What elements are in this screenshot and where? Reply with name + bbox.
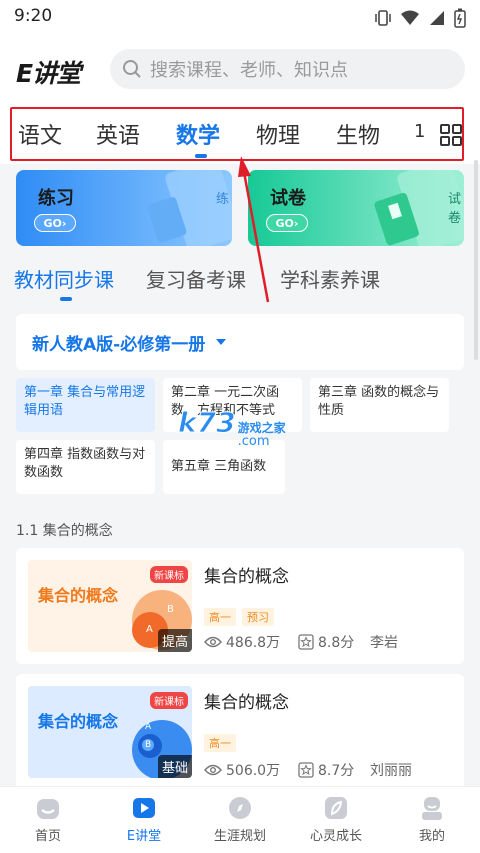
- lesson-thumbnail: 集合的概念 新课标 A B 基础: [28, 686, 192, 778]
- course-tab-literacy[interactable]: 学科素养课: [280, 264, 380, 293]
- nav-me-label: 我的: [418, 829, 445, 844]
- eye-icon: [204, 636, 222, 648]
- play-icon: [133, 798, 155, 818]
- edition-selector[interactable]: 新人教A版-必修第一册: [16, 314, 464, 370]
- leaf-icon: [325, 797, 347, 819]
- views-count: 486.8万: [226, 635, 281, 651]
- star-icon: [298, 634, 314, 650]
- practice-go-button[interactable]: GO›: [34, 214, 76, 232]
- nav-home-label: 首页: [34, 829, 61, 844]
- status-icons: [374, 8, 466, 28]
- lesson-score: 8.7分: [298, 760, 354, 780]
- search-placeholder: 搜索课程、老师、知识点: [150, 60, 348, 81]
- score-value: 8.7分: [318, 763, 355, 779]
- main-content: 教材同步课 复习备考课 学科素养课 新人教A版-必修第一册 第一章 集合与常用逻…: [0, 246, 480, 794]
- battery-icon: [454, 8, 466, 28]
- lesson-card[interactable]: 集合的概念 新课标 B A 提高 集合的概念 高一 预习 486.8万 8.8分…: [16, 548, 464, 664]
- thumbnail-title: 集合的概念: [38, 586, 119, 605]
- status-bar: 9:20: [0, 0, 480, 34]
- paper-card[interactable]: 试卷 GO› 试卷: [248, 170, 464, 246]
- signal-icon: [430, 11, 444, 25]
- lesson-card[interactable]: 集合的概念 新课标 A B 基础 集合的概念 高一 506.0万 8.7分 刘丽…: [16, 674, 464, 794]
- preview-tag: 预习: [242, 608, 274, 626]
- nav-mind-label: 心灵成长: [309, 829, 362, 844]
- lesson-views: 506.0万: [204, 760, 280, 780]
- chapter-item-3[interactable]: 第三章 函数的概念与性质: [310, 378, 449, 432]
- section-title: 1.1 集合的概念: [16, 523, 113, 539]
- grade-tag: 高一: [204, 734, 236, 752]
- watermark-domain: .com: [237, 434, 270, 449]
- views-count: 506.0万: [226, 763, 281, 779]
- course-tab-sync[interactable]: 教材同步课: [14, 264, 114, 293]
- chapter-item-4[interactable]: 第四章 指数函数与对数函数: [16, 440, 155, 494]
- lesson-title: 集合的概念: [204, 567, 289, 587]
- nav-career[interactable]: 生涯规划: [192, 787, 288, 853]
- course-tab-indicator: [60, 297, 72, 301]
- practice-card[interactable]: 练习 GO› 练: [16, 170, 232, 246]
- watermark-brand: k73: [178, 406, 237, 440]
- scrollbar[interactable]: [474, 160, 478, 360]
- venn-label-a: A: [145, 722, 152, 732]
- venn-label-a: A: [146, 624, 153, 635]
- user-icon: [422, 797, 442, 820]
- score-value: 8.8分: [318, 635, 355, 651]
- new-standard-badge: 新课标: [150, 566, 188, 583]
- teacher-name: 李岩: [370, 635, 398, 651]
- search-bar[interactable]: 搜索课程、老师、知识点: [110, 49, 465, 89]
- nav-me[interactable]: 我的: [384, 787, 480, 853]
- thumbnail-title: 集合的概念: [38, 712, 119, 731]
- lesson-thumbnail: 集合的概念 新课标 B A 提高: [28, 560, 192, 652]
- app-header: E讲堂 搜索课程、老师、知识点: [0, 34, 480, 104]
- level-badge: 提高: [157, 629, 192, 652]
- nav-electure-label: E讲堂: [126, 829, 162, 844]
- venn-label-b: B: [167, 604, 174, 615]
- compass-icon: [229, 797, 251, 819]
- eye-icon: [204, 764, 222, 776]
- vibrate-icon: [375, 10, 391, 26]
- nav-mind[interactable]: 心灵成长: [288, 787, 384, 853]
- site-watermark: k73 游戏之家 .com: [178, 406, 286, 449]
- grade-tag: 高一: [204, 608, 236, 626]
- venn-label-b: B: [145, 740, 152, 750]
- edition-label: 新人教A版-必修第一册: [32, 334, 206, 355]
- nav-career-label: 生涯规划: [213, 829, 266, 844]
- level-badge: 基础: [157, 755, 192, 778]
- caret-down-icon: [216, 339, 227, 345]
- app-logo: E讲堂: [16, 59, 81, 88]
- new-standard-badge: 新课标: [150, 692, 188, 709]
- teacher-name: 刘丽丽: [370, 763, 412, 779]
- star-icon: [298, 762, 314, 778]
- annotation-arrow-icon: [238, 156, 270, 303]
- practice-card-label: 练习: [38, 188, 74, 209]
- practice-watermark: 练: [216, 192, 230, 207]
- home-icon: [37, 799, 59, 819]
- lesson-title: 集合的概念: [204, 693, 289, 713]
- notebook-illustration-icon: [147, 170, 232, 246]
- chapter-item-1[interactable]: 第一章 集合与常用逻辑用语: [16, 378, 155, 432]
- status-time: 9:20: [14, 6, 53, 26]
- nav-home[interactable]: 首页: [0, 787, 96, 853]
- lesson-score: 8.8分: [298, 632, 354, 652]
- wifi-icon: [401, 10, 419, 25]
- bottom-nav: 首页 E讲堂 生涯规划 心灵成长 我的: [0, 786, 480, 853]
- paper-watermark: 试卷: [448, 192, 462, 226]
- watermark-sub: 游戏之家: [237, 421, 286, 435]
- search-icon: [123, 60, 141, 78]
- nav-electure[interactable]: E讲堂: [96, 787, 192, 853]
- lesson-views: 486.8万: [204, 632, 280, 652]
